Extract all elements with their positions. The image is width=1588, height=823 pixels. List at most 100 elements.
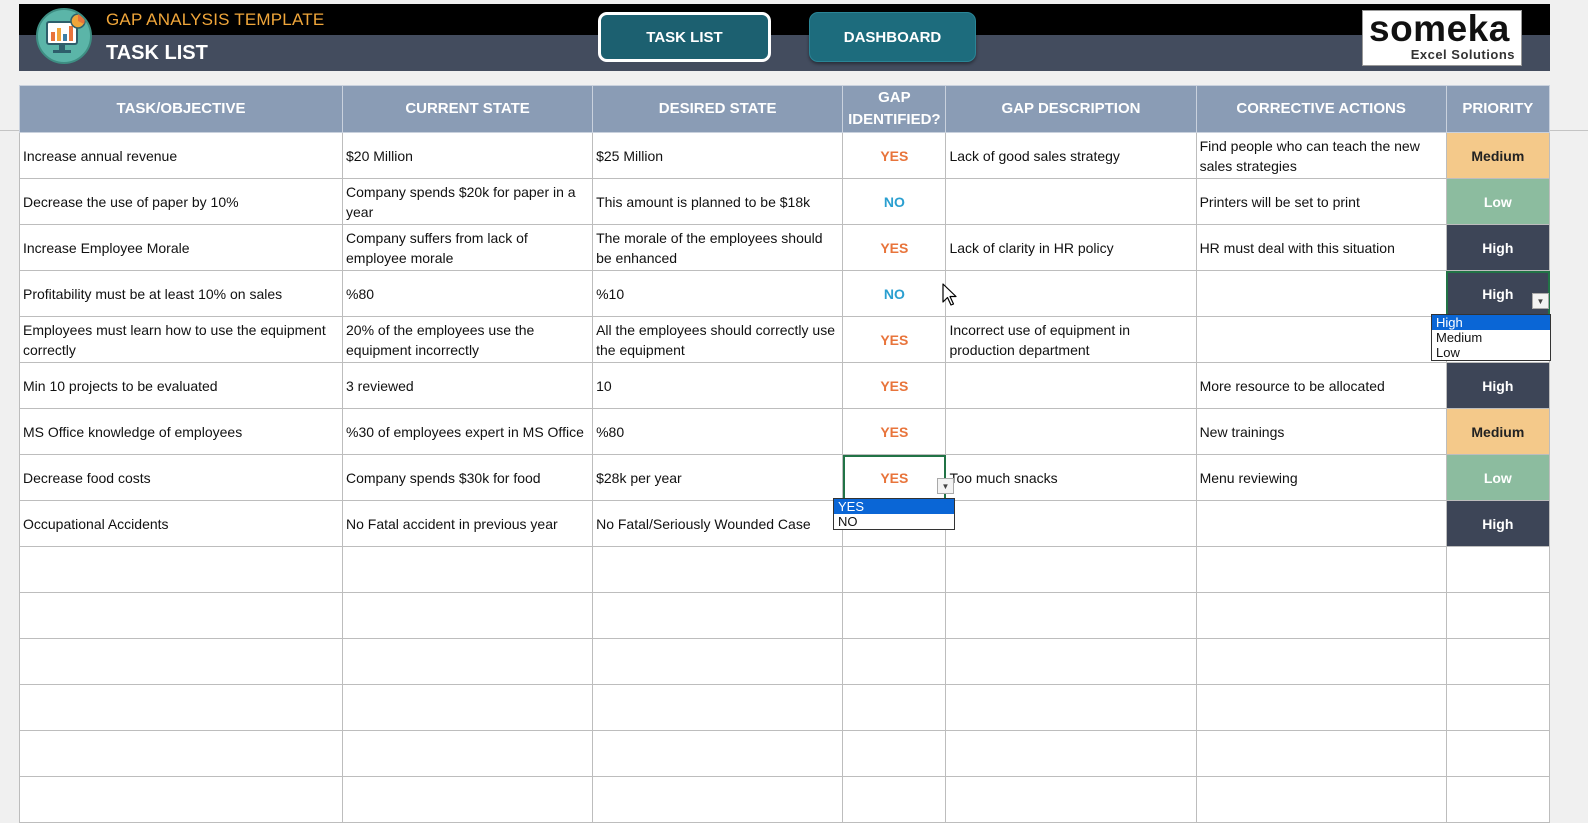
empty-cell[interactable] bbox=[19, 592, 343, 639]
gap-option-no[interactable]: NO bbox=[834, 514, 954, 529]
gap-description-cell[interactable] bbox=[945, 408, 1197, 455]
empty-cell[interactable] bbox=[945, 592, 1197, 639]
priority-cell[interactable]: Low bbox=[1445, 178, 1551, 225]
empty-cell[interactable] bbox=[592, 776, 844, 823]
priority-cell[interactable]: High bbox=[1445, 362, 1551, 409]
empty-cell[interactable] bbox=[1195, 730, 1447, 777]
priority-option-high[interactable]: High bbox=[1432, 315, 1550, 330]
desired-state-cell[interactable]: $28k per year bbox=[592, 454, 844, 501]
desired-state-cell[interactable]: The morale of the employees should be en… bbox=[592, 224, 844, 271]
gap-description-cell[interactable] bbox=[945, 362, 1197, 409]
column-header-gap-identified[interactable]: GAP IDENTIFIED? bbox=[842, 85, 947, 133]
empty-cell[interactable] bbox=[592, 684, 844, 731]
priority-cell[interactable]: Medium bbox=[1445, 408, 1551, 455]
current-state-cell[interactable]: Company spends $30k for food bbox=[341, 454, 594, 501]
desired-state-cell[interactable]: All the employees should correctly use t… bbox=[592, 316, 844, 363]
empty-cell[interactable] bbox=[341, 684, 594, 731]
empty-cell[interactable] bbox=[592, 546, 844, 593]
empty-cell[interactable] bbox=[842, 776, 947, 823]
current-state-cell[interactable]: Company suffers from lack of employee mo… bbox=[341, 224, 594, 271]
task-list-button[interactable]: TASK LIST bbox=[598, 12, 771, 62]
empty-cell[interactable] bbox=[842, 546, 947, 593]
priority-dropdown-arrow-icon[interactable]: ▼ bbox=[1532, 293, 1549, 309]
task-cell[interactable]: Min 10 projects to be evaluated bbox=[19, 362, 343, 409]
gap-identified-cell[interactable]: YES bbox=[842, 408, 947, 455]
current-state-cell[interactable]: 20% of the employees use the equipment i… bbox=[341, 316, 594, 363]
task-cell[interactable]: Decrease the use of paper by 10% bbox=[19, 178, 343, 225]
empty-cell[interactable] bbox=[1195, 546, 1447, 593]
dashboard-button[interactable]: DASHBOARD bbox=[809, 12, 976, 62]
empty-cell[interactable] bbox=[592, 638, 844, 685]
corrective-actions-cell[interactable] bbox=[1195, 316, 1447, 363]
corrective-actions-cell[interactable]: HR must deal with this situation bbox=[1195, 224, 1447, 271]
column-header-current-state[interactable]: CURRENT STATE bbox=[341, 85, 594, 133]
corrective-actions-cell[interactable]: Printers will be set to print bbox=[1195, 178, 1447, 225]
empty-cell[interactable] bbox=[341, 776, 594, 823]
gap-identified-cell[interactable]: NO bbox=[842, 178, 947, 225]
empty-cell[interactable] bbox=[341, 638, 594, 685]
empty-cell[interactable] bbox=[1445, 684, 1551, 731]
current-state-cell[interactable]: No Fatal accident in previous year bbox=[341, 500, 594, 547]
empty-cell[interactable] bbox=[945, 730, 1197, 777]
current-state-cell[interactable]: Company spends $20k for paper in a year bbox=[341, 178, 594, 225]
priority-cell[interactable]: High bbox=[1445, 224, 1551, 271]
empty-cell[interactable] bbox=[1445, 730, 1551, 777]
empty-cell[interactable] bbox=[945, 684, 1197, 731]
empty-cell[interactable] bbox=[1195, 638, 1447, 685]
current-state-cell[interactable]: 3 reviewed bbox=[341, 362, 594, 409]
empty-cell[interactable] bbox=[842, 730, 947, 777]
current-state-cell[interactable]: $20 Million bbox=[341, 132, 594, 179]
empty-cell[interactable] bbox=[945, 546, 1197, 593]
gap-identified-cell[interactable]: YES bbox=[842, 132, 947, 179]
gap-description-cell[interactable]: Lack of good sales strategy bbox=[945, 132, 1197, 179]
gap-identified-cell[interactable]: YES bbox=[842, 362, 947, 409]
priority-cell[interactable]: Low bbox=[1445, 454, 1551, 501]
brand-logo[interactable]: someka Excel Solutions bbox=[1362, 8, 1522, 66]
gap-identified-cell[interactable]: YES bbox=[842, 224, 947, 271]
priority-cell[interactable]: High bbox=[1445, 500, 1551, 547]
priority-cell[interactable]: Medium bbox=[1445, 132, 1551, 179]
task-cell[interactable]: Occupational Accidents bbox=[19, 500, 343, 547]
corrective-actions-cell[interactable] bbox=[1195, 500, 1447, 547]
empty-cell[interactable] bbox=[842, 638, 947, 685]
corrective-actions-cell[interactable]: Find people who can teach the new sales … bbox=[1195, 132, 1447, 179]
empty-cell[interactable] bbox=[341, 546, 594, 593]
column-header-desired-state[interactable]: DESIRED STATE bbox=[592, 85, 844, 133]
empty-cell[interactable] bbox=[1445, 638, 1551, 685]
priority-option-low[interactable]: Low bbox=[1432, 345, 1550, 360]
empty-cell[interactable] bbox=[19, 684, 343, 731]
column-header-priority[interactable]: PRIORITY bbox=[1445, 85, 1551, 133]
task-cell[interactable]: Increase Employee Morale bbox=[19, 224, 343, 271]
empty-cell[interactable] bbox=[592, 730, 844, 777]
task-cell[interactable]: Employees must learn how to use the equi… bbox=[19, 316, 343, 363]
gap-description-cell[interactable]: Lack of clarity in HR policy bbox=[945, 224, 1197, 271]
desired-state-cell[interactable]: %80 bbox=[592, 408, 844, 455]
gap-description-cell[interactable] bbox=[945, 270, 1197, 317]
desired-state-cell[interactable]: %10 bbox=[592, 270, 844, 317]
column-header-corrective-actions[interactable]: CORRECTIVE ACTIONS bbox=[1195, 85, 1447, 133]
empty-cell[interactable] bbox=[1445, 776, 1551, 823]
gap-option-yes[interactable]: YES bbox=[834, 499, 954, 514]
priority-option-medium[interactable]: Medium bbox=[1432, 330, 1550, 345]
empty-cell[interactable] bbox=[945, 638, 1197, 685]
gap-description-cell[interactable]: Too much snacks bbox=[945, 454, 1197, 501]
corrective-actions-cell[interactable] bbox=[1195, 270, 1447, 317]
empty-cell[interactable] bbox=[1445, 592, 1551, 639]
task-cell[interactable]: Decrease food costs bbox=[19, 454, 343, 501]
empty-cell[interactable] bbox=[1195, 684, 1447, 731]
gap-identified-cell[interactable]: NO bbox=[842, 270, 947, 317]
empty-cell[interactable] bbox=[592, 592, 844, 639]
desired-state-cell[interactable]: No Fatal/Seriously Wounded Case bbox=[592, 500, 844, 547]
desired-state-cell[interactable]: 10 bbox=[592, 362, 844, 409]
empty-cell[interactable] bbox=[1195, 592, 1447, 639]
column-header-gap-description[interactable]: GAP DESCRIPTION bbox=[945, 85, 1197, 133]
empty-cell[interactable] bbox=[19, 546, 343, 593]
empty-cell[interactable] bbox=[341, 592, 594, 639]
gap-description-cell[interactable] bbox=[945, 178, 1197, 225]
gap-description-cell[interactable] bbox=[945, 500, 1197, 547]
desired-state-cell[interactable]: $25 Million bbox=[592, 132, 844, 179]
desired-state-cell[interactable]: This amount is planned to be $18k bbox=[592, 178, 844, 225]
gap-dropdown-arrow-icon[interactable]: ▼ bbox=[937, 478, 954, 494]
corrective-actions-cell[interactable]: New trainings bbox=[1195, 408, 1447, 455]
gap-description-cell[interactable]: Incorrect use of equipment in production… bbox=[945, 316, 1197, 363]
